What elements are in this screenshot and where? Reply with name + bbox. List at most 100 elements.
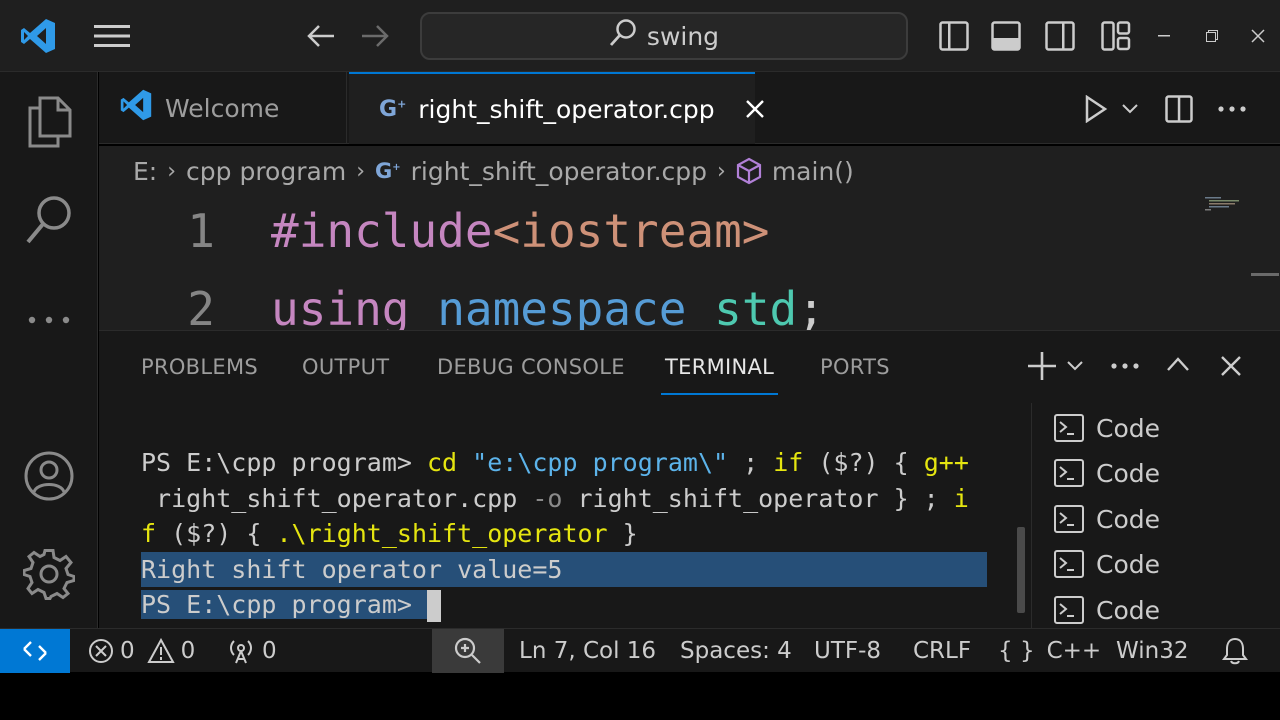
- new-terminal-icon[interactable]: [1027, 351, 1057, 381]
- tab-problems[interactable]: PROBLEMS: [141, 355, 258, 379]
- maximize-panel-icon[interactable]: [1167, 357, 1189, 371]
- vscode-logo-icon: [18, 16, 58, 56]
- toggle-secondary-sidebar-icon[interactable]: [1042, 18, 1078, 54]
- platform-status[interactable]: Win32: [1116, 629, 1188, 673]
- editor-tabs: Welcome G+ right_shift_operator.cpp: [99, 72, 1280, 144]
- ports-count: 0: [262, 638, 277, 664]
- chevron-right-icon: ›: [717, 158, 726, 184]
- braces-icon: { }: [998, 638, 1035, 664]
- tab-welcome[interactable]: Welcome: [99, 72, 347, 144]
- menu-icon[interactable]: [92, 20, 132, 52]
- terminal-text: right_shift_operator.cpp: [141, 483, 533, 513]
- error-icon: [88, 638, 114, 664]
- split-editor-icon[interactable]: [1161, 92, 1197, 126]
- problems-status[interactable]: 0 0: [88, 629, 195, 673]
- minimize-icon[interactable]: [1152, 26, 1176, 46]
- activity-bar: [0, 72, 98, 628]
- explorer-icon[interactable]: [0, 94, 98, 150]
- terminal-instance[interactable]: Code: [1054, 499, 1160, 539]
- terminal-icon: [1054, 596, 1084, 624]
- code-token: using: [271, 282, 410, 330]
- code-line: 2 using namespace std;: [99, 270, 825, 330]
- breadcrumb-file[interactable]: right_shift_operator.cpp: [411, 157, 707, 186]
- breadcrumb: E: › cpp program › G+ right_shift_operat…: [99, 146, 1280, 196]
- tab-ports[interactable]: PORTS: [820, 355, 890, 379]
- notifications-bell-icon[interactable]: [1222, 629, 1248, 673]
- close-panel-icon[interactable]: [1221, 356, 1241, 376]
- breadcrumb-drive[interactable]: E:: [133, 157, 157, 186]
- vscode-logo-icon: [119, 88, 153, 128]
- encoding-status[interactable]: UTF-8: [814, 629, 881, 673]
- remote-icon: [22, 639, 48, 663]
- bottom-panel: PROBLEMS OUTPUT DEBUG CONSOLE TERMINAL P…: [99, 330, 1280, 629]
- indentation-status[interactable]: Spaces: 4: [680, 629, 792, 673]
- chevron-right-icon: ›: [356, 158, 365, 184]
- terminal-instance[interactable]: Code: [1054, 590, 1160, 630]
- terminal-output[interactable]: PS E:\cpp program> cd "e:\cpp program\" …: [141, 445, 987, 623]
- code-line: 1 #include <iostream>: [99, 196, 770, 270]
- language-label: C++: [1046, 638, 1102, 664]
- status-bar: 0 0 0 Ln 7, Col 16 Spaces: 4 UTF-8 CRLF …: [0, 628, 1280, 673]
- terminal-instance[interactable]: Code: [1054, 544, 1160, 584]
- symbol-method-icon: [736, 157, 762, 185]
- tab-debug-console[interactable]: DEBUG CONSOLE: [437, 355, 625, 379]
- terminal-string: "e:\cpp program\": [472, 448, 729, 477]
- code-token: ;: [797, 282, 825, 330]
- terminal-text: }: [607, 519, 638, 548]
- eol-status[interactable]: CRLF: [913, 629, 971, 673]
- restore-icon[interactable]: [1200, 26, 1224, 46]
- terminal-instance-label: Code: [1096, 504, 1161, 534]
- chevron-down-icon[interactable]: [1067, 361, 1083, 371]
- toggle-primary-sidebar-icon[interactable]: [936, 18, 972, 54]
- tab-close-icon[interactable]: [745, 99, 765, 119]
- tab-output[interactable]: OUTPUT: [302, 355, 389, 379]
- terminal-instance-label: Code: [1096, 413, 1161, 443]
- overview-ruler-marker: [1251, 273, 1279, 276]
- tab-right-shift-operator-cpp[interactable]: G+ right_shift_operator.cpp: [349, 72, 764, 144]
- command-center-search[interactable]: swing: [420, 12, 908, 60]
- remote-indicator-button[interactable]: [0, 629, 70, 673]
- terminal-instance-list: Code Code Code Code Code: [1031, 403, 1280, 629]
- terminal-icon: [1054, 505, 1084, 533]
- terminal-output-text: Right shift operator value=5: [141, 554, 563, 584]
- ports-status[interactable]: 0: [226, 629, 277, 673]
- terminal-text: ;: [728, 448, 774, 477]
- code-token: namespace: [437, 282, 687, 330]
- zoom-button[interactable]: [432, 629, 504, 673]
- terminal-line: PS E:\cpp program>: [141, 587, 987, 623]
- minimap[interactable]: [1203, 196, 1249, 214]
- forward-arrow-icon[interactable]: [356, 18, 394, 54]
- terminal-icon: [1054, 459, 1084, 487]
- breadcrumb-folder[interactable]: cpp program: [186, 157, 346, 186]
- close-icon[interactable]: [1246, 24, 1270, 48]
- terminal-line: f ($?) { .\right_shift_operator }: [141, 516, 987, 552]
- tab-label: Welcome: [165, 93, 280, 123]
- search-icon[interactable]: [0, 192, 98, 248]
- terminal-text: ($?) {: [803, 448, 924, 477]
- language-mode[interactable]: { } C++: [998, 629, 1101, 673]
- back-arrow-icon[interactable]: [302, 18, 340, 54]
- breadcrumb-symbol[interactable]: main(): [772, 157, 854, 186]
- terminal-keyword: i: [953, 483, 969, 513]
- more-icon[interactable]: [0, 298, 98, 342]
- terminal-command: cd: [427, 448, 458, 477]
- code-editor[interactable]: 1 #include <iostream> 2 using namespace s…: [99, 196, 1280, 330]
- terminal-flag: -o: [532, 483, 563, 513]
- search-text: swing: [646, 21, 720, 51]
- code-token: <iostream>: [492, 204, 770, 258]
- tab-terminal[interactable]: TERMINAL: [660, 355, 779, 395]
- terminal-instance[interactable]: Code: [1054, 453, 1160, 493]
- error-count: 0: [120, 638, 135, 664]
- toggle-panel-icon[interactable]: [988, 18, 1024, 54]
- cursor-position[interactable]: Ln 7, Col 16: [519, 629, 656, 673]
- manage-gear-icon[interactable]: [0, 546, 98, 602]
- more-actions-icon[interactable]: [1215, 102, 1249, 116]
- terminal-scrollbar[interactable]: [1017, 527, 1025, 613]
- more-actions-icon[interactable]: [1111, 363, 1139, 369]
- chevron-down-icon[interactable]: [1119, 98, 1141, 120]
- accounts-icon[interactable]: [0, 448, 98, 504]
- customize-layout-icon[interactable]: [1098, 18, 1134, 54]
- run-icon[interactable]: [1081, 92, 1111, 126]
- terminal-instance[interactable]: Code: [1054, 408, 1160, 448]
